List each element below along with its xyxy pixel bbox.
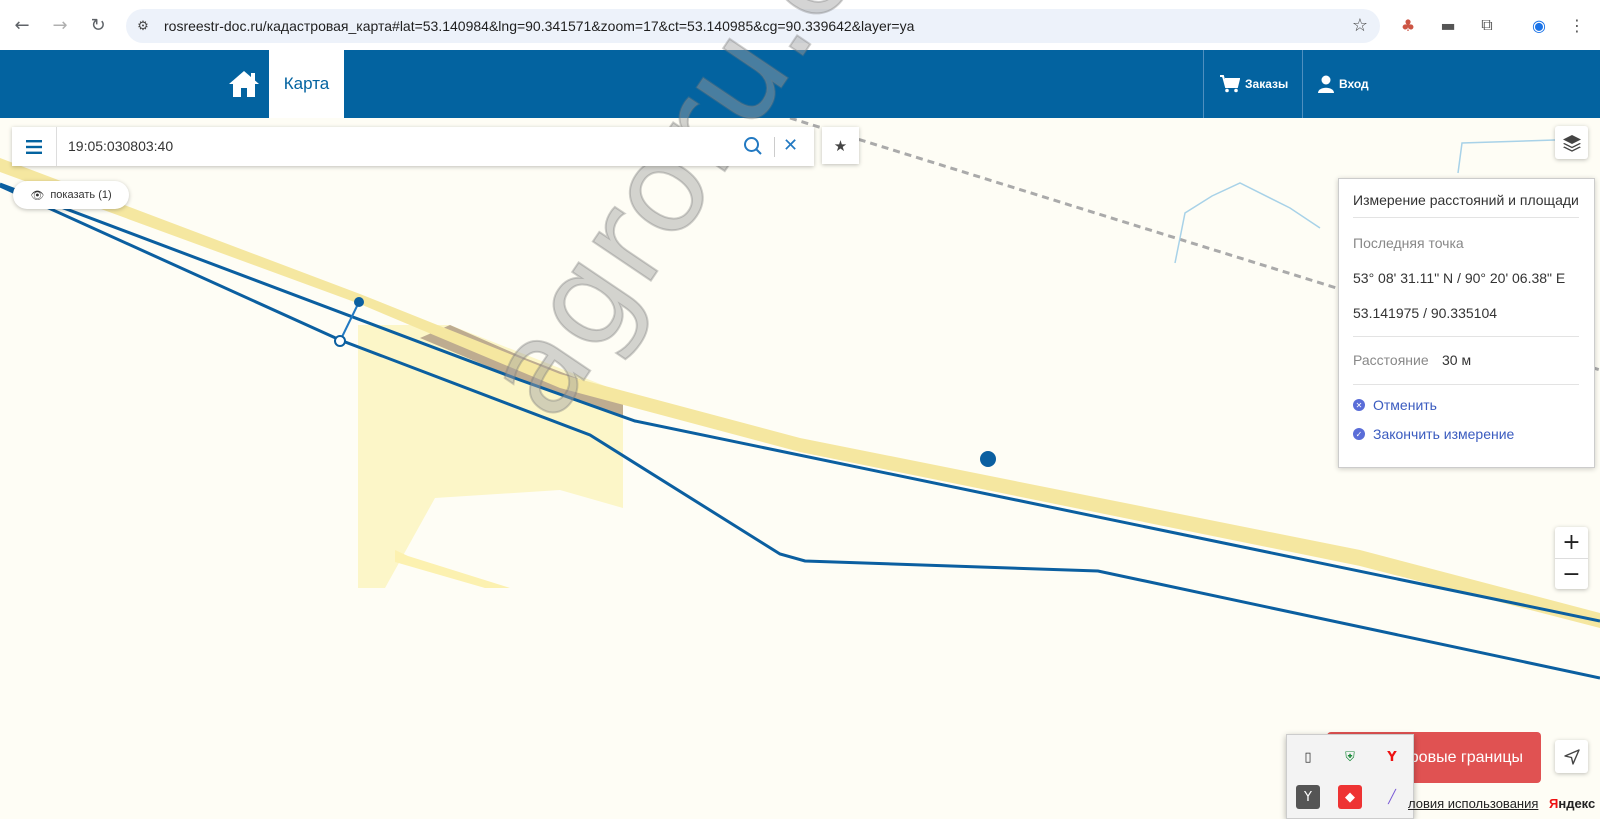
search-icon[interactable] [743,136,763,156]
home-button[interactable] [218,50,270,118]
measurement-panel: Измерение расстояний и площади Последняя… [1338,178,1595,468]
check-icon: ✓ [1353,428,1365,440]
profile-icon[interactable]: ◉ [1527,13,1551,37]
arrow-right-icon: → [52,14,68,36]
yandex-logo-rest: ндекс [1558,796,1596,811]
zoom-out-button[interactable]: − [1555,559,1588,590]
search-bar: 19:05:030803:40 ✕ [12,127,814,166]
browser-menu-icon[interactable]: ⋮ [1565,13,1589,37]
show-results-button[interactable]: 👁 показать (1) [13,181,129,209]
coords-decimal: 53.141975 / 90.335104 [1353,305,1498,321]
coords-dms: 53° 08' 31.11" N / 90° 20' 06.38" E [1353,270,1566,286]
header-divider [1302,50,1303,118]
eye-icon: 👁 [30,188,45,202]
extensions-puzzle-icon[interactable]: ⧉ [1475,13,1499,37]
measure-line [339,301,360,342]
show-results-label: показать (1) [50,189,112,201]
login-link[interactable]: Вход [1318,50,1369,118]
yandex-logo-first-letter: Я [1549,796,1559,811]
home-icon [229,71,259,97]
extension-icon[interactable]: ♣ [1396,13,1420,37]
menu-button[interactable] [12,127,57,166]
last-point-label: Последняя точка [1353,235,1464,251]
cancel-measure-link[interactable]: ✕ Отменить [1353,397,1437,413]
geolocation-button[interactable] [1555,740,1588,773]
arrow-left-icon: ← [14,14,30,36]
clear-search-icon[interactable]: ✕ [783,135,798,156]
road-segment [395,550,510,588]
usb-icon[interactable]: ▯ [1296,745,1320,769]
login-label: Вход [1339,77,1369,91]
site-settings-icon[interactable]: ⚙ [134,17,152,35]
terms-of-use-link[interactable]: ловия использования [1408,796,1538,811]
measure-point [334,335,346,347]
panel-title: Измерение расстояний и площади [1353,192,1579,208]
remote-desktop-icon[interactable]: ◆ [1338,785,1362,809]
cart-icon [1220,75,1240,93]
search-input[interactable]: 19:05:030803:40 [68,138,173,154]
stream-line [1174,182,1321,264]
security-shield-icon[interactable]: ⛨ [1338,745,1362,769]
layers-icon [1562,134,1581,152]
yandex-app-icon[interactable]: Y [1296,785,1320,809]
location-arrow-icon [1563,748,1580,765]
panel-divider [1353,336,1579,337]
orders-link[interactable]: Заказы [1220,50,1288,118]
yandex-logo[interactable]: Яндекс [1549,796,1595,811]
cancel-icon: ✕ [1353,399,1365,411]
cancel-label: Отменить [1373,397,1437,413]
distance-label: Расстояние [1353,352,1429,368]
orders-label: Заказы [1245,77,1289,91]
panel-divider [1353,217,1579,218]
back-button[interactable]: ← [8,11,36,39]
header-divider [1203,50,1204,118]
search-divider [774,137,775,157]
panel-divider [1353,384,1579,385]
zoom-control: + − [1555,527,1588,589]
finish-measure-link[interactable]: ✓ Закончить измерение [1353,426,1514,442]
layers-button[interactable] [1555,126,1588,159]
measure-point [354,297,364,307]
finish-label: Закончить измерение [1373,426,1515,442]
bookmark-star-icon[interactable]: ☆ [1352,15,1368,36]
star-icon: ★ [833,136,848,155]
hamburger-icon [26,139,42,154]
reload-button[interactable]: ↻ [84,11,112,39]
reload-icon: ↻ [90,14,106,36]
map-marker [980,451,996,467]
zoom-in-button[interactable]: + [1555,527,1588,558]
forward-button[interactable]: → [46,11,74,39]
system-tray-popup: ▯ ⛨ Y Y ◆ ╱ [1286,734,1414,819]
user-icon [1318,75,1334,93]
yandex-browser-icon[interactable]: Y [1380,745,1404,769]
favorite-button[interactable]: ★ [822,127,859,164]
distance-value: 30 м [1442,352,1472,368]
stream-line [1457,139,1556,174]
tab-map[interactable]: Карта [269,50,344,118]
pen-icon[interactable]: ╱ [1380,785,1404,809]
extension-icon[interactable]: ▬ [1436,13,1460,37]
